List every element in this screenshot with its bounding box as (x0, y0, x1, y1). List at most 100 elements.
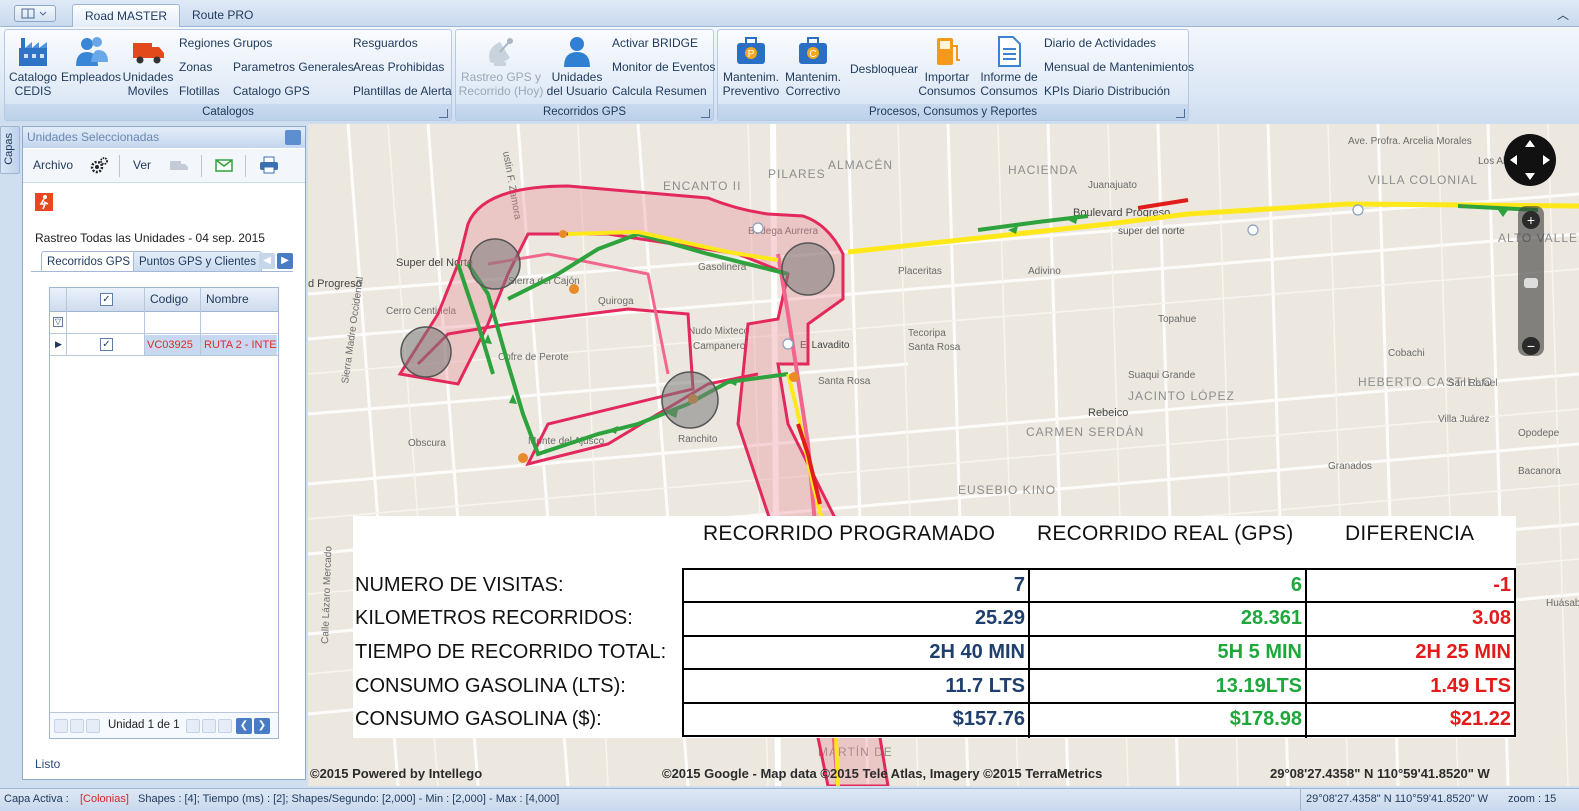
tab-route-pro[interactable]: Route PRO (180, 4, 265, 27)
informe-consumos-label: Informe de Consumos (980, 70, 1038, 98)
status-coordinates: 29°08'27.4358" N 110°59'41.8520" W (1306, 793, 1489, 805)
print-icon[interactable] (259, 156, 279, 177)
resguardos-button[interactable]: Resguardos (353, 36, 418, 50)
group-catalogos: Catalogo CEDIS Empleados Unidades Movile… (4, 29, 452, 121)
regiones-button[interactable]: Regiones (179, 36, 230, 50)
map-label: HACIENDA (1008, 163, 1078, 177)
next-page-icon[interactable] (186, 719, 200, 733)
tab-recorridos-gps[interactable]: Recorridos GPS (41, 251, 137, 271)
cell-real: $178.98 (1229, 708, 1302, 730)
settings-gears-icon[interactable] (89, 156, 109, 179)
diario-actividades-button[interactable]: Diario de Actividades (1044, 36, 1156, 50)
panel-title-text: Unidades Seleccionadas (27, 130, 160, 144)
group-launcher-icon[interactable] (1176, 109, 1185, 118)
areas-prohibidas-button[interactable]: Areas Prohibidas (353, 60, 444, 74)
running-man-icon[interactable] (35, 193, 53, 214)
map-zoom-control[interactable]: + − (1518, 206, 1544, 356)
row-label: TIEMPO DE RECORRIDO TOTAL: (355, 641, 667, 663)
mensual-mantenimientos-button[interactable]: Mensual de Mantenimientos (1044, 60, 1194, 74)
ribbon-collapse-icon[interactable]: ︿ (1557, 6, 1569, 23)
header-real: RECORRIDO REAL (GPS) (1037, 522, 1294, 545)
visit-stop[interactable] (469, 238, 521, 290)
pager-forward-icon[interactable]: ❯ (254, 718, 270, 734)
importar-consumos-button[interactable]: Importar Consumos (918, 34, 976, 98)
svg-text:C: C (809, 49, 816, 60)
truck-disabled-icon[interactable] (169, 158, 189, 177)
cell-nombre[interactable]: RUTA 2 - INTE (201, 335, 277, 355)
cell-diferencia: 2H 25 MIN (1415, 641, 1511, 663)
svg-text:−: − (1527, 338, 1535, 354)
cell-real: 6 (1290, 574, 1302, 596)
unidades-moviles-button[interactable]: Unidades Moviles (121, 34, 175, 98)
tabs-scroll-right-icon[interactable]: ▶ (277, 253, 293, 269)
calcula-resumen-button[interactable]: Calcula Resumen (612, 84, 707, 98)
unidades-moviles-label: Unidades Moviles (122, 70, 174, 98)
tab-puntos-gps[interactable]: Puntos GPS y Clientes (133, 251, 262, 271)
pin-icon[interactable] (285, 130, 301, 145)
last-page-icon[interactable] (218, 719, 232, 733)
empleados-button[interactable]: Empleados (61, 34, 121, 84)
tab-road-master[interactable]: Road MASTER (72, 4, 181, 27)
capas-side-tab[interactable]: Capas (0, 126, 20, 174)
mantenimiento-correctivo-button[interactable]: C Mantenim. Correctivo (782, 34, 844, 98)
pager-back-icon[interactable]: ❮ (236, 718, 252, 734)
email-icon[interactable] (215, 158, 233, 175)
tracking-subtitle: Rastreo Todas las Unidades - 04 sep. 201… (35, 231, 265, 245)
unidades-usuario-button[interactable]: Unidades del Usuario (546, 34, 608, 98)
flotillas-button[interactable]: Flotillas (179, 84, 220, 98)
grid-filter-row[interactable]: ▽ (50, 312, 278, 334)
row-label: NUMERO DE VISITAS: (355, 574, 564, 596)
informe-consumos-button[interactable]: Informe de Consumos (978, 34, 1040, 98)
map-label: Ranchito (678, 434, 718, 445)
visit-stop[interactable] (400, 326, 452, 378)
prev-page-icon[interactable] (86, 719, 100, 733)
cell-programado: 11.7 LTS (945, 675, 1025, 697)
gps-route-yellow[interactable] (847, 201, 1579, 255)
prev-page-fast-icon[interactable] (70, 719, 84, 733)
importar-consumos-label: Importar Consumos (918, 70, 976, 98)
monitor-eventos-button[interactable]: Monitor de Eventos (612, 60, 715, 74)
select-all-checkbox[interactable]: ✓ (100, 293, 113, 306)
panel-toolbar: Archivo Ver (23, 149, 305, 183)
archivo-menu[interactable]: Archivo (33, 158, 73, 172)
cell-codigo[interactable]: VC03925 (145, 335, 200, 355)
row-checkbox[interactable]: ✓ (100, 338, 113, 351)
activar-bridge-button[interactable]: Activar BRIDGE (612, 36, 698, 50)
group-caption: Recorridos GPS (456, 104, 713, 120)
mantenimiento-preventivo-button[interactable]: P Mantenim. Preventivo (720, 34, 782, 98)
row-indicator-icon: ▶ (55, 339, 62, 349)
column-codigo[interactable]: Codigo (150, 292, 188, 306)
row-label: CONSUMO GASOLINA ($): (355, 708, 602, 730)
parametros-generales-button[interactable]: Parametros Generales (233, 60, 354, 74)
ver-menu[interactable]: Ver (133, 158, 151, 172)
group-launcher-icon[interactable] (439, 109, 448, 118)
filter-icon[interactable]: ▽ (53, 317, 63, 327)
cell-diferencia: -1 (1493, 574, 1511, 596)
tabs-scroll-left-icon[interactable]: ◀ (259, 253, 275, 269)
visit-stop[interactable] (661, 371, 719, 429)
desbloquear-button[interactable]: Desbloquear (850, 62, 918, 76)
visit-stop[interactable] (781, 242, 835, 296)
plantillas-alerta-button[interactable]: Plantillas de Alerta (353, 84, 452, 98)
svg-text:P: P (748, 49, 755, 60)
map-label: JACINTO LÓPEZ (1128, 388, 1235, 403)
next-page-fast-icon[interactable] (202, 719, 216, 733)
map-pan-control[interactable] (1504, 134, 1556, 186)
catalogo-gps-button[interactable]: Catalogo GPS (233, 84, 310, 98)
map-label: VILLA COLONIAL (1368, 173, 1478, 187)
table-row[interactable]: ▶ ✓ VC03925 RUTA 2 - INTE (50, 334, 278, 356)
catalogo-cedis-button[interactable]: Catalogo CEDIS (7, 34, 59, 98)
map-label: Rebeico (1088, 407, 1128, 419)
first-page-icon[interactable] (54, 719, 68, 733)
kpis-diario-button[interactable]: KPIs Diario Distribución (1044, 84, 1170, 98)
grupos-button[interactable]: Grupos (233, 36, 272, 50)
zonas-button[interactable]: Zonas (179, 60, 212, 74)
cell-real: 5H 5 MIN (1217, 641, 1302, 663)
group-launcher-icon[interactable] (701, 109, 710, 118)
quick-access-menu-button[interactable] (14, 5, 56, 22)
rastreo-gps-button[interactable]: Rastreo GPS y Recorrido (Hoy) (458, 34, 544, 98)
column-nombre[interactable]: Nombre (206, 292, 249, 306)
map-label: San Rafael (1448, 378, 1497, 389)
toolbox-p-icon: P (737, 37, 765, 64)
toolbox-c-icon: C (799, 37, 827, 64)
